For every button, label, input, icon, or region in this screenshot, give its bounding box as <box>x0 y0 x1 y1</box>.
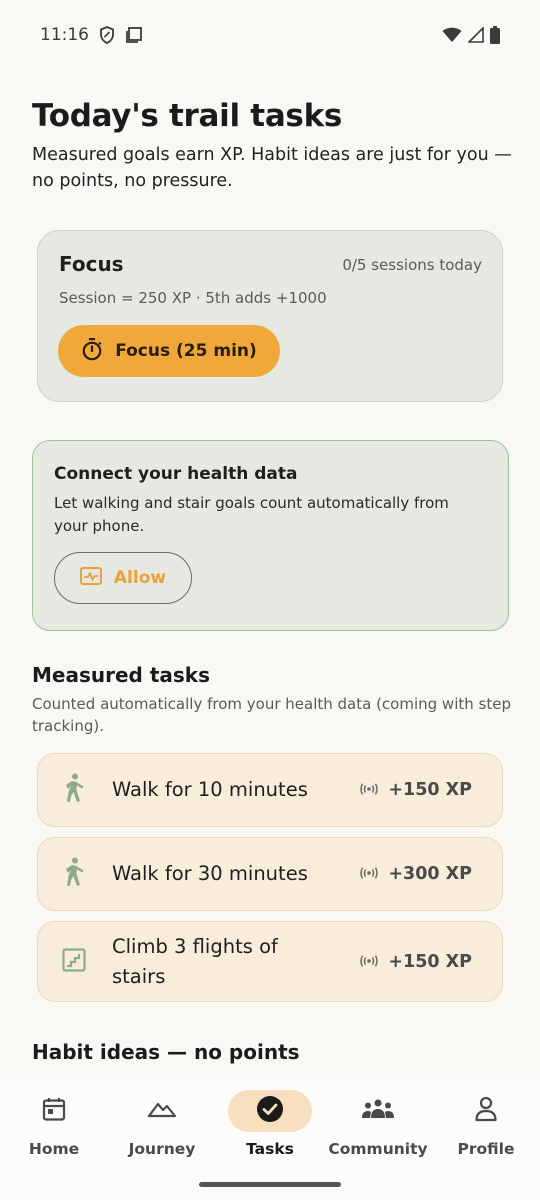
task-xp: +150 XP <box>360 952 472 972</box>
auto-tracking-icon <box>360 864 379 884</box>
task-xp-value: +300 XP <box>388 864 472 884</box>
task-card-stairs[interactable]: Climb 3 flights of stairs +150 XP <box>37 921 503 1002</box>
person-icon <box>474 1096 498 1126</box>
allow-health-button[interactable]: Allow <box>54 552 192 604</box>
task-label: Climb 3 flights of stairs <box>112 934 278 988</box>
nav-label: Profile <box>457 1140 515 1158</box>
task-xp: +150 XP <box>360 780 472 800</box>
mountain-icon <box>147 1099 177 1123</box>
focus-title: Focus <box>59 252 124 276</box>
clipboard-icon <box>125 26 143 44</box>
health-pulse-icon <box>79 566 102 590</box>
battery-icon <box>490 26 500 44</box>
nav-item-journey[interactable]: Journey <box>108 1090 216 1160</box>
nav-label: Home <box>28 1140 80 1158</box>
people-icon <box>361 1098 395 1124</box>
nav-item-profile[interactable]: Profile <box>432 1090 540 1160</box>
task-card-walk-10[interactable]: Walk for 10 minutes +150 XP <box>37 753 503 827</box>
task-xp: +300 XP <box>360 864 472 884</box>
focus-description: Session = 250 XP · 5th adds +1000 <box>59 289 327 307</box>
stopwatch-icon <box>81 337 103 366</box>
task-xp-value: +150 XP <box>388 951 472 972</box>
walking-icon <box>62 773 86 807</box>
nav-pill <box>12 1090 96 1132</box>
wifi-icon <box>442 27 462 43</box>
allow-button-label: Allow <box>113 568 167 588</box>
task-label: Walk for 30 minutes <box>112 862 308 885</box>
calendar-icon <box>41 1096 67 1126</box>
focus-button-label: Focus (25 min) <box>115 341 257 361</box>
focus-start-button[interactable]: Focus (25 min) <box>58 325 280 377</box>
auto-tracking-icon <box>360 780 379 800</box>
nav-pill <box>444 1090 528 1132</box>
home-indicator-bar[interactable] <box>199 1182 341 1187</box>
measured-tasks-subtitle: Counted automatically from your health d… <box>32 695 511 735</box>
shield-icon <box>99 26 115 44</box>
nav-item-tasks[interactable]: Tasks <box>216 1090 324 1160</box>
page-subtitle: Measured goals earn XP. Habit ideas are … <box>32 145 512 191</box>
health-card-description: Let walking and stair goals count automa… <box>54 494 449 535</box>
stairs-icon <box>62 947 86 976</box>
habit-ideas-title: Habit ideas — no points <box>32 1040 300 1064</box>
nav-item-home[interactable]: Home <box>0 1090 108 1160</box>
focus-card: Focus 0/5 sessions today Session = 250 X… <box>37 230 503 402</box>
auto-tracking-icon <box>360 952 379 972</box>
nav-pill <box>120 1090 204 1132</box>
nav-label: Journey <box>128 1140 196 1158</box>
nav-label: Community <box>328 1140 428 1158</box>
walking-icon <box>62 857 86 891</box>
check-circle-icon <box>256 1095 284 1127</box>
status-time: 11:16 <box>40 25 89 45</box>
measured-tasks-title: Measured tasks <box>32 663 210 687</box>
health-connect-card: Connect your health data Let walking and… <box>32 440 509 631</box>
nav-pill-active <box>228 1090 312 1132</box>
status-bar: 11:16 <box>0 0 540 70</box>
task-label: Walk for 10 minutes <box>112 778 308 801</box>
page-title: Today's trail tasks <box>32 98 343 134</box>
cell-signal-icon <box>468 27 484 43</box>
nav-item-community[interactable]: Community <box>324 1090 432 1160</box>
focus-session-count: 0/5 sessions today <box>342 256 482 274</box>
nav-pill <box>336 1090 420 1132</box>
task-xp-value: +150 XP <box>388 780 472 800</box>
nav-label: Tasks <box>246 1140 294 1158</box>
health-card-title: Connect your health data <box>54 464 298 484</box>
task-card-walk-30[interactable]: Walk for 30 minutes +300 XP <box>37 837 503 911</box>
